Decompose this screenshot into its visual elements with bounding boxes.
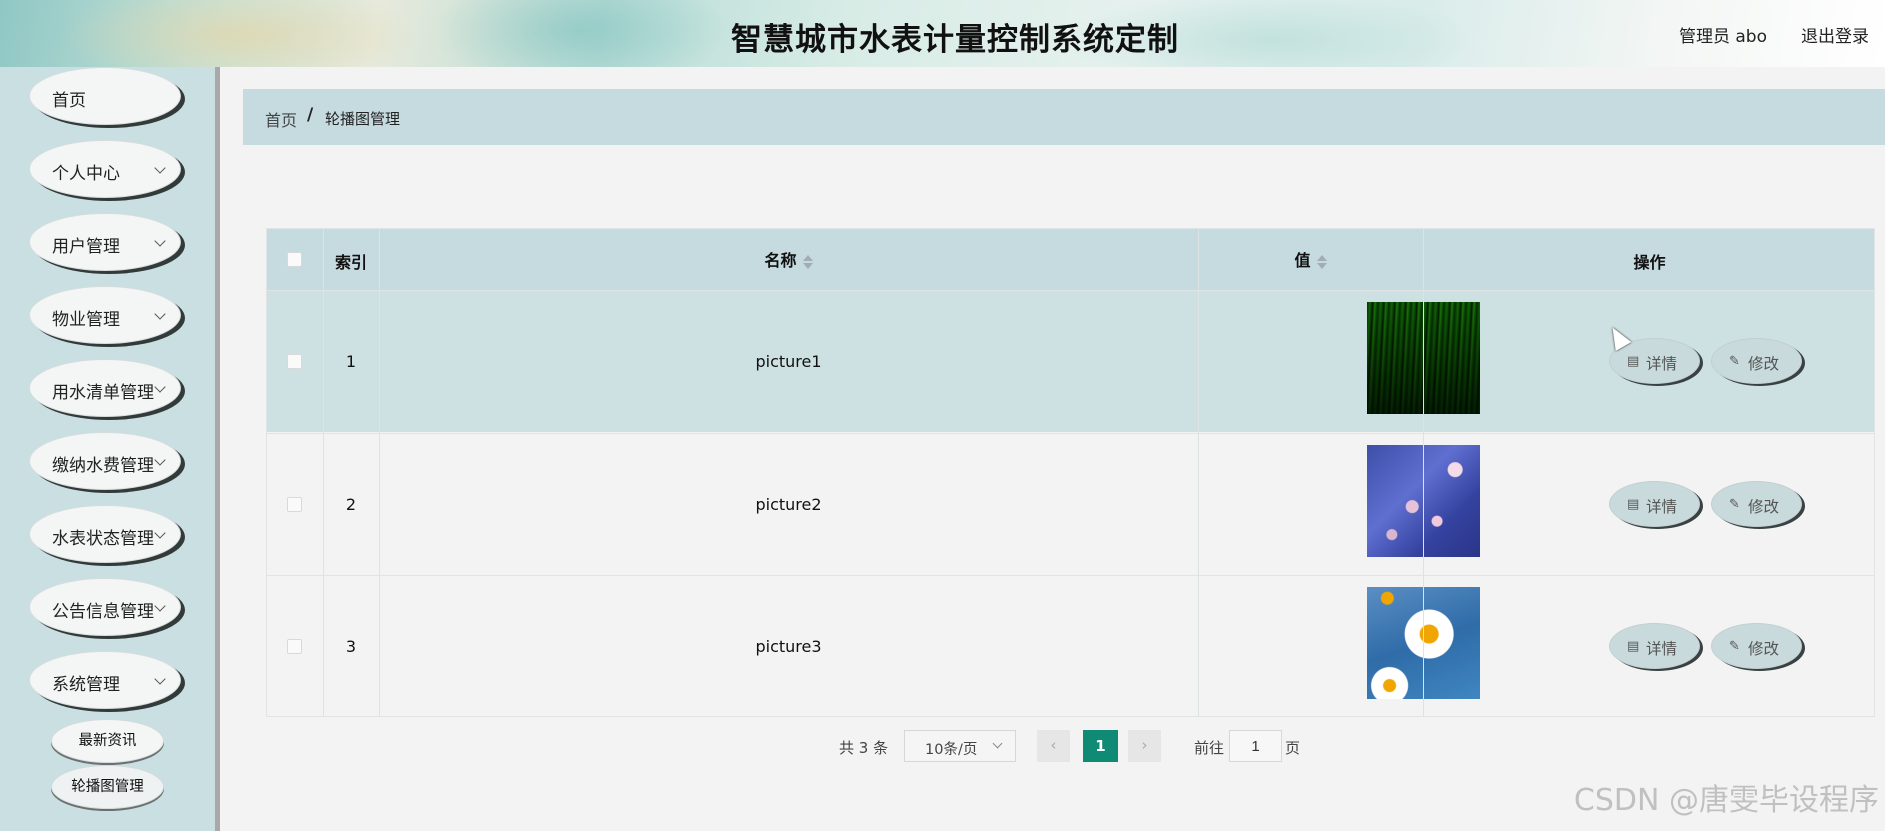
table-row: 3 picture3 ▤ 详情 ✎ 修改 [267, 575, 1874, 717]
sidebar-subitem-carousel[interactable]: 轮播图管理 [51, 765, 164, 809]
sidebar-edge [215, 67, 220, 831]
row-checkbox[interactable] [287, 354, 302, 369]
detail-button-label: 详情 [1646, 355, 1678, 373]
table-row: 1 picture1 ▤ 详情 ✎ 修改 [267, 290, 1874, 432]
cell-name: picture1 [755, 352, 822, 371]
sidebar-item-property[interactable]: 物业管理 [29, 286, 181, 344]
column-header-index: 索引 [334, 253, 367, 272]
cell-index: 3 [345, 637, 357, 656]
sidebar-subitem-news[interactable]: 最新资讯 [51, 719, 164, 763]
breadcrumb: 首页 / 轮播图管理 [243, 89, 1885, 145]
sidebar-item-label: 缴纳水费管理 [52, 456, 154, 476]
top-header: 智慧城市水表计量控制系统定制 管理员 abo 退出登录 [0, 0, 1885, 67]
column-header-name-label: 名称 [764, 251, 797, 270]
table-header: 索引 名称 值 操作 [267, 229, 1874, 290]
edit-button[interactable]: ✎ 修改 [1711, 338, 1802, 384]
document-icon: ▤ [1627, 497, 1640, 512]
sidebar-item-label: 物业管理 [52, 310, 120, 330]
sidebar-item-label: 用户管理 [52, 237, 120, 257]
detail-button-label: 详情 [1646, 640, 1678, 658]
column-divider [1198, 229, 1199, 716]
user-label: 管理员 abo [1678, 27, 1767, 47]
column-divider [323, 229, 324, 716]
column-header-value[interactable]: 值 [1198, 247, 1423, 271]
edit-icon: ✎ [1729, 497, 1740, 512]
select-all-checkbox[interactable] [287, 252, 302, 267]
chevron-down-icon [154, 527, 166, 539]
cell-index: 2 [345, 495, 357, 514]
edit-button-label: 修改 [1748, 355, 1780, 373]
chevron-down-icon [154, 673, 166, 685]
row-checkbox[interactable] [287, 497, 302, 512]
sidebar-item-meter-status[interactable]: 水表状态管理 [29, 505, 181, 563]
sidebar-item-label: 首页 [52, 91, 86, 111]
chevron-down-icon [154, 381, 166, 393]
chevron-down-icon [154, 600, 166, 612]
detail-button[interactable]: ▤ 详情 [1609, 623, 1700, 669]
edit-icon: ✎ [1729, 639, 1740, 654]
page-suffix-label: 页 [1285, 739, 1301, 757]
goto-label: 前往 [1194, 739, 1225, 757]
sidebar-item-label: 系统管理 [52, 675, 120, 695]
prev-page-button[interactable]: ‹ [1037, 730, 1070, 762]
column-header-actions: 操作 [1633, 253, 1666, 272]
cell-index: 1 [345, 352, 357, 371]
chevron-down-icon [154, 162, 166, 174]
sidebar-item-water-usage[interactable]: 用水清单管理 [29, 359, 181, 417]
sidebar-item-label: 用水清单管理 [52, 383, 154, 403]
sidebar-item-label: 个人中心 [52, 164, 120, 184]
breadcrumb-separator: / [307, 105, 314, 125]
carousel-table: 索引 名称 值 操作 1 picture1 ▤ 详情 ✎ 修改 2 pictur… [266, 228, 1875, 717]
sidebar-item-profile[interactable]: 个人中心 [29, 140, 181, 198]
document-icon: ▤ [1627, 354, 1640, 369]
sidebar-item-announcements[interactable]: 公告信息管理 [29, 578, 181, 636]
chevron-down-icon [154, 454, 166, 466]
column-header-name[interactable]: 名称 [379, 247, 1198, 271]
sidebar-item-water-fee[interactable]: 缴纳水费管理 [29, 432, 181, 490]
column-header-value-label: 值 [1294, 251, 1311, 270]
next-page-button[interactable]: › [1128, 730, 1161, 762]
detail-button-label: 详情 [1646, 498, 1678, 516]
app-title: 智慧城市水表计量控制系统定制 [731, 22, 1179, 58]
detail-button[interactable]: ▤ 详情 [1609, 481, 1700, 527]
chevron-down-icon [992, 738, 1003, 749]
sort-icon[interactable] [1316, 254, 1327, 269]
page-size-value: 10条/页 [925, 742, 978, 758]
document-icon: ▤ [1627, 639, 1640, 654]
sidebar-item-home[interactable]: 首页 [29, 67, 181, 125]
logout-link[interactable]: 退出登录 [1801, 22, 1869, 47]
row-checkbox[interactable] [287, 639, 302, 654]
sort-icon[interactable] [802, 254, 813, 269]
column-divider [379, 229, 380, 716]
chevron-down-icon [154, 308, 166, 320]
sidebar-item-label: 公告信息管理 [52, 602, 154, 622]
sidebar-item-system[interactable]: 系统管理 [29, 651, 181, 709]
edit-button-label: 修改 [1748, 640, 1780, 658]
sidebar: 首页 个人中心 用户管理 物业管理 用水清单管理 缴纳水费管理 水表状态管理 公… [0, 67, 220, 831]
cell-name: picture3 [755, 637, 822, 656]
chevron-down-icon [154, 235, 166, 247]
current-page-button[interactable]: 1 [1083, 730, 1118, 762]
edit-button[interactable]: ✎ 修改 [1711, 623, 1802, 669]
sidebar-item-label: 水表状态管理 [52, 529, 154, 549]
breadcrumb-home[interactable]: 首页 [265, 107, 297, 131]
edit-button[interactable]: ✎ 修改 [1711, 481, 1802, 527]
cell-name: picture2 [755, 495, 822, 514]
watermark: CSDN @唐雯毕设程序 [1573, 783, 1879, 818]
edit-button-label: 修改 [1748, 498, 1780, 516]
edit-icon: ✎ [1729, 354, 1740, 369]
pagination-total: 共 3 条 [839, 739, 889, 757]
page-size-select[interactable]: 10条/页 [904, 730, 1016, 762]
sidebar-item-users[interactable]: 用户管理 [29, 213, 181, 271]
breadcrumb-current: 轮播图管理 [325, 110, 401, 128]
table-row: 2 picture2 ▤ 详情 ✎ 修改 [267, 433, 1874, 575]
column-divider [1423, 229, 1424, 716]
goto-page-input[interactable] [1229, 730, 1282, 762]
